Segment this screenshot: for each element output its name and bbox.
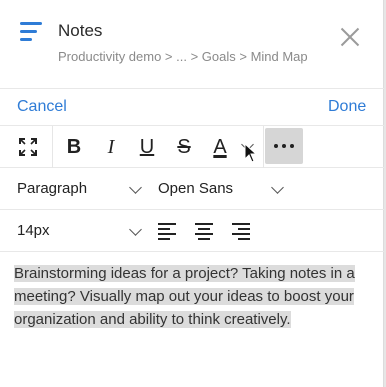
cancel-button[interactable]: Cancel	[17, 98, 67, 116]
note-editor[interactable]: Brainstorming ideas for a project? Takin…	[14, 262, 370, 331]
chevron-down-icon[interactable]	[129, 181, 142, 194]
action-bar: Cancel Done	[0, 88, 384, 126]
italic-button[interactable]: I	[98, 126, 124, 168]
mouse-cursor-icon	[244, 143, 258, 163]
format-toolbar: B I U S A	[0, 126, 384, 168]
fullscreen-icon[interactable]	[14, 126, 42, 168]
breadcrumb: Productivity demo > ... > Goals > Mind M…	[58, 49, 308, 64]
paragraph-select[interactable]: Paragraph	[17, 168, 87, 209]
align-center-icon[interactable]	[195, 223, 213, 240]
panel-header: Notes Productivity demo > ... > Goals > …	[0, 0, 384, 88]
align-left-icon[interactable]	[158, 223, 176, 240]
notes-panel: Notes Productivity demo > ... > Goals > …	[0, 0, 384, 387]
strikethrough-button[interactable]: S	[171, 126, 197, 168]
font-size-select[interactable]: 14px	[17, 210, 50, 251]
panel-title: Notes	[58, 21, 103, 40]
done-button[interactable]: Done	[328, 98, 366, 116]
menu-icon[interactable]	[20, 22, 42, 42]
chevron-down-icon[interactable]	[271, 181, 284, 194]
more-icon[interactable]	[265, 128, 303, 164]
chevron-down-icon[interactable]	[129, 223, 142, 236]
align-right-icon[interactable]	[232, 223, 250, 240]
text-color-button[interactable]: A	[207, 126, 233, 168]
close-icon[interactable]	[340, 27, 360, 47]
note-text: Brainstorming ideas for a project? Takin…	[14, 265, 355, 328]
size-format-row: 14px	[0, 210, 384, 252]
underline-button[interactable]: U	[134, 126, 160, 168]
bold-button[interactable]: B	[61, 126, 87, 168]
font-family-select[interactable]: Open Sans	[158, 168, 233, 209]
block-format-row: Paragraph Open Sans	[0, 168, 384, 210]
